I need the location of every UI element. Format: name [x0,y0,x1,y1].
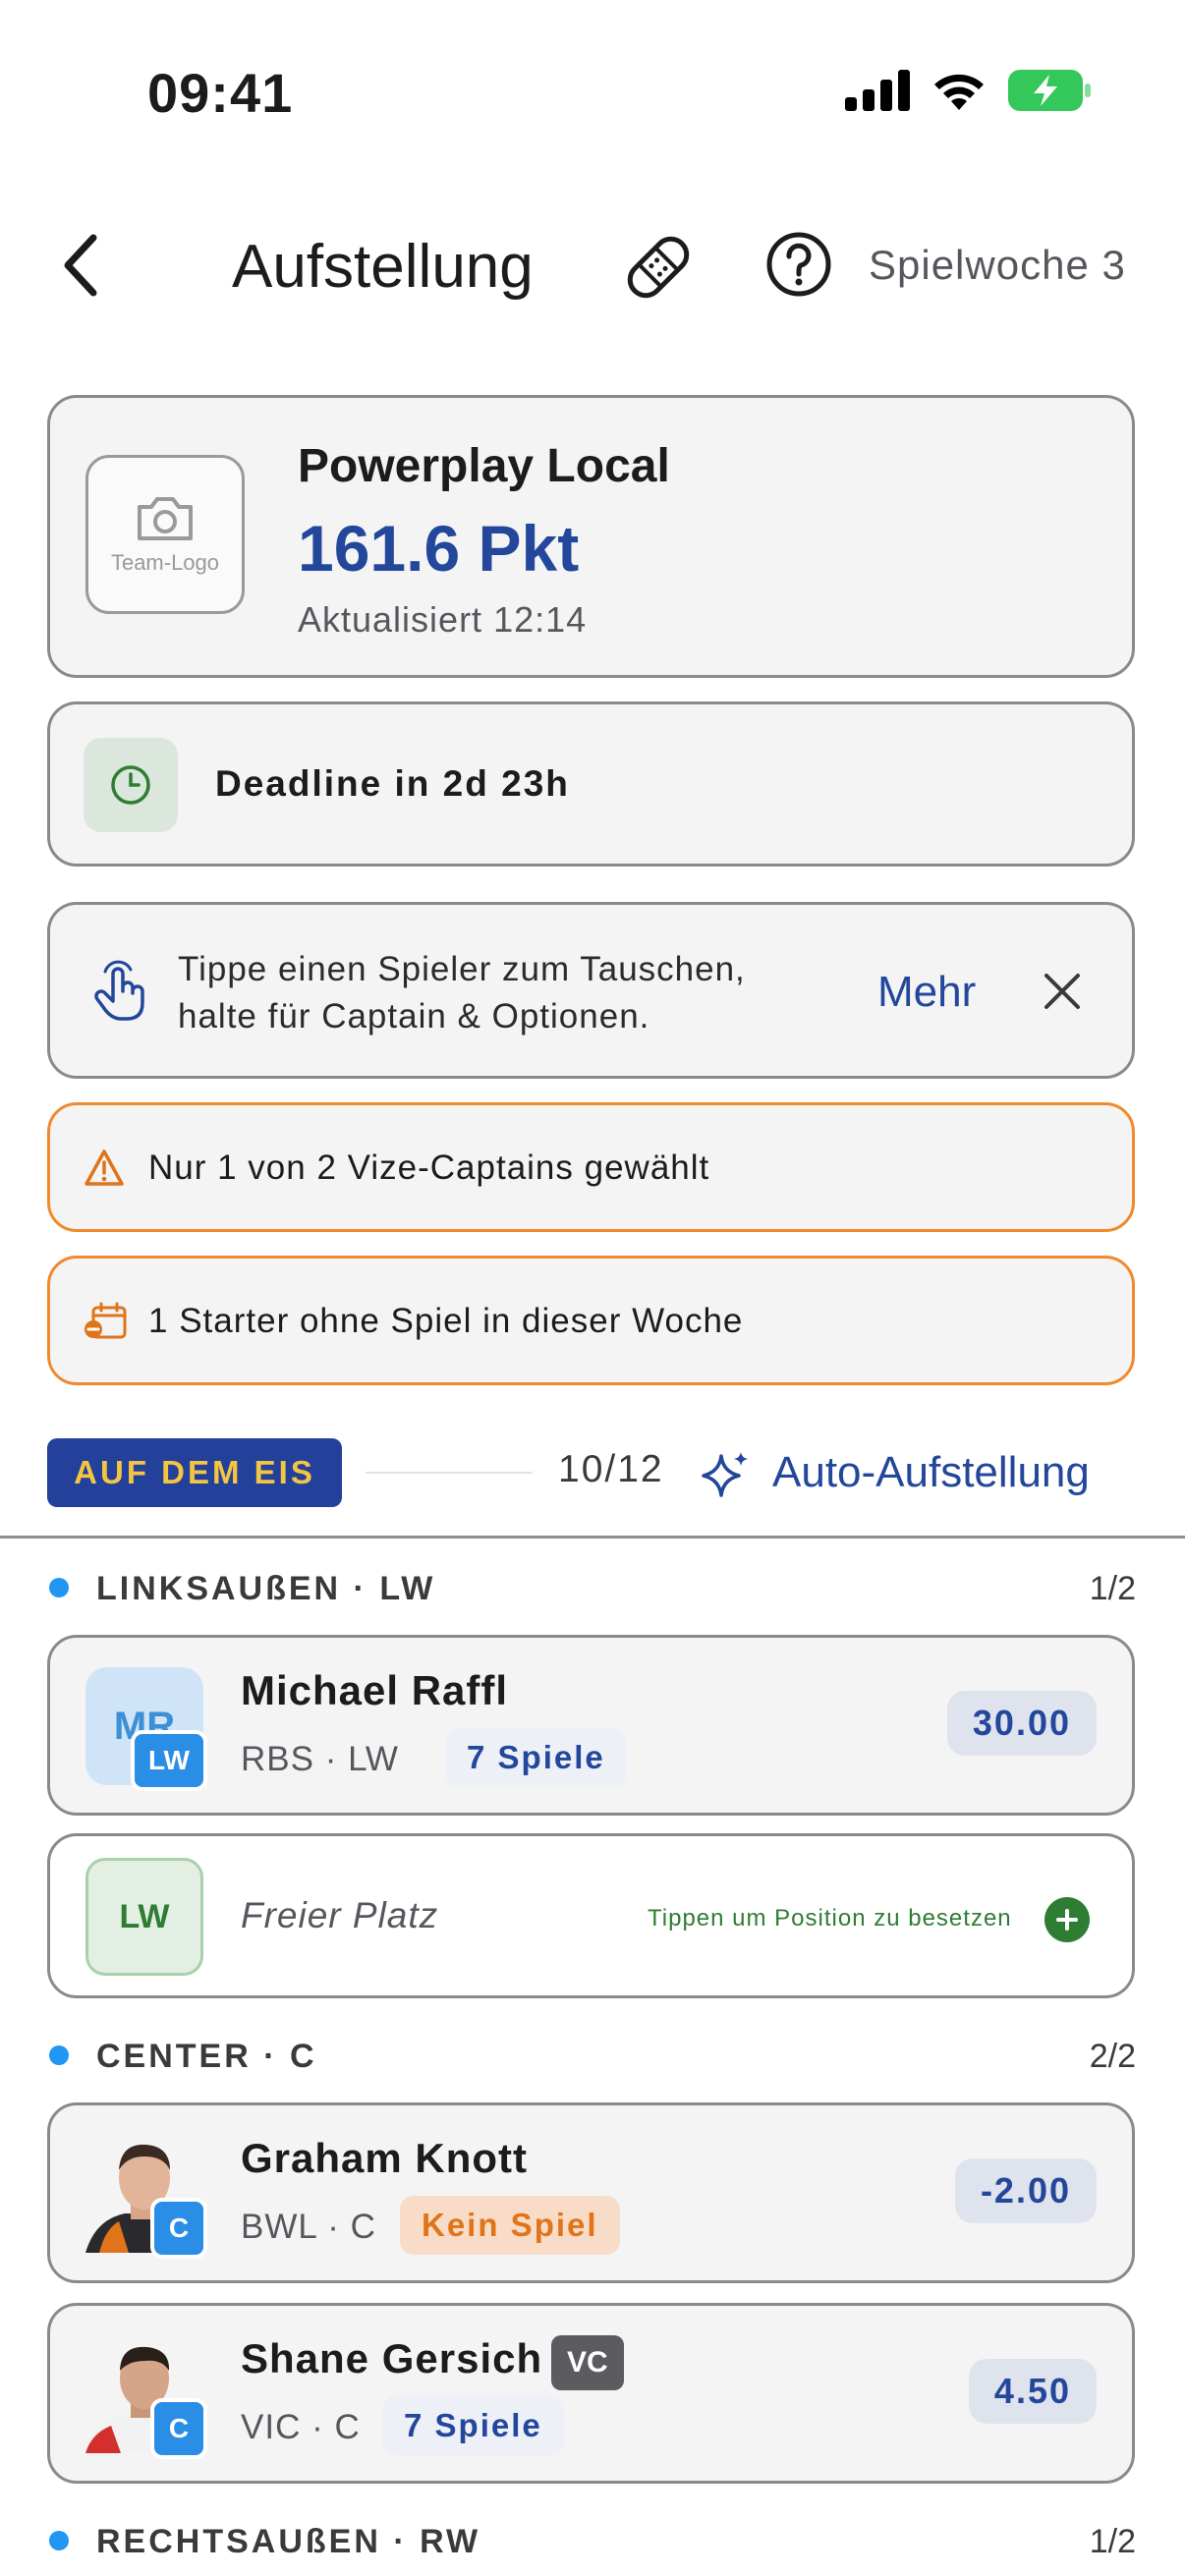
clock-icon [111,765,150,805]
warning-starter-no-game[interactable]: 1 Starter ohne Spiel in dieser Woche [47,1256,1135,1385]
player-name: Graham Knott [241,2135,529,2181]
wifi-icon [934,74,984,110]
add-player-button[interactable] [1044,1897,1090,1942]
battery-charging-icon [1008,70,1091,111]
rw-section-dot [49,2531,69,2550]
status-icons [845,69,1091,112]
c-section-dot [49,2045,69,2065]
calendar-off-icon [85,1302,127,1339]
player-score: -2.00 [954,2158,1097,2223]
team-points: 161.6 Pkt [298,512,580,585]
c-section-count: 2/2 [1089,2038,1136,2075]
section-divider [0,1536,1185,1539]
team-card[interactable]: Team-Logo Powerplay Local 161.6 Pkt Aktu… [47,395,1135,678]
warning-vice-captains[interactable]: Nur 1 von 2 Vize-Captains gewählt [47,1102,1135,1232]
team-updated-time: Aktualisiert 12:14 [298,599,588,640]
player-card-michael-raffl[interactable]: MR LW Michael Raffl RBS · LW 7 Spiele 30… [47,1635,1135,1816]
auto-lineup-button[interactable]: Auto-Aufstellung [772,1448,1090,1497]
deadline-clock-box [84,738,178,832]
rw-section-title: RECHTSAUßEN · RW [96,2523,481,2560]
deadline-text: Deadline in 2d 23h [215,763,570,804]
lineup-count: 10/12 [558,1448,664,1490]
empty-slot-hint: Tippen um Position zu besetzen [648,1905,1012,1932]
status-time: 09:41 [147,62,294,124]
vice-captain-badge: VC [551,2335,624,2390]
team-name: Powerplay Local [298,440,670,492]
hint-line-1: Tippe einen Spieler zum Tauschen, [178,950,746,988]
player-games-tag: 7 Spiele [445,1728,627,1787]
player-score: 30.00 [946,1691,1097,1756]
player-name: Shane Gersich [241,2335,543,2381]
close-icon[interactable] [1041,970,1084,1013]
hint-more-link[interactable]: Mehr [877,968,976,1017]
player-card-graham-knott[interactable]: C Graham Knott BWL · C Kein Spiel -2.00 [47,2102,1135,2283]
player-games-tag: 7 Spiele [382,2396,564,2455]
rw-section-count: 1/2 [1089,2523,1136,2560]
help-icon[interactable] [764,230,833,299]
team-logo-label: Team-Logo [110,550,220,575]
camera-icon [138,497,193,540]
on-ice-badge: AUF DEM EIS [47,1438,342,1507]
hint-text: Tippe einen Spieler zum Tauschen, halte … [178,946,746,1040]
lw-section-title: LINKSAUßEN · LW [96,1570,436,1607]
warning-text: Nur 1 von 2 Vize-Captains gewählt [148,1148,710,1187]
plus-icon [1056,1909,1078,1931]
player-team-position: BWL · C [241,2208,376,2246]
player-name: Michael Raffl [241,1667,509,1713]
player-position-badge: C [150,2398,207,2459]
page-title: Aufstellung [232,233,534,301]
lw-section-dot [49,1578,69,1597]
c-section-title: CENTER · C [96,2038,317,2075]
hint-card: Tippe einen Spieler zum Tauschen, halte … [47,902,1135,1079]
empty-slot-label: Freier Platz [241,1895,439,1935]
back-chevron-icon[interactable] [54,226,113,305]
player-position-badge: C [150,2198,207,2259]
sparkle-icon[interactable] [700,1448,753,1501]
player-no-game-tag: Kein Spiel [400,2196,620,2255]
tap-hand-icon [94,960,144,1021]
player-card-shane-gersich[interactable]: C Shane Gersich VC VIC · C 7 Spiele 4.50 [47,2303,1135,2484]
player-score: 4.50 [968,2359,1097,2424]
hint-line-2: halte für Captain & Optionen. [178,997,650,1036]
matchweek-label[interactable]: Spielwoche 3 [869,242,1126,289]
lw-section-count: 1/2 [1089,1570,1136,1607]
injury-bandage-icon[interactable] [619,228,698,307]
empty-slot-lw[interactable]: LW Freier Platz Tippen um Position zu be… [47,1833,1135,1998]
player-team-position: RBS · LW [241,1740,399,1778]
lineup-bar-divider [366,1472,533,1474]
warning-triangle-icon [85,1149,124,1186]
player-position-badge: LW [131,1730,207,1791]
team-logo-upload[interactable]: Team-Logo [85,455,245,614]
warning-text: 1 Starter ohne Spiel in dieser Woche [148,1302,744,1340]
player-team-position: VIC · C [241,2408,361,2446]
deadline-card: Deadline in 2d 23h [47,701,1135,867]
cellular-signal-icon [845,70,910,111]
empty-slot-position: LW [85,1858,203,1976]
